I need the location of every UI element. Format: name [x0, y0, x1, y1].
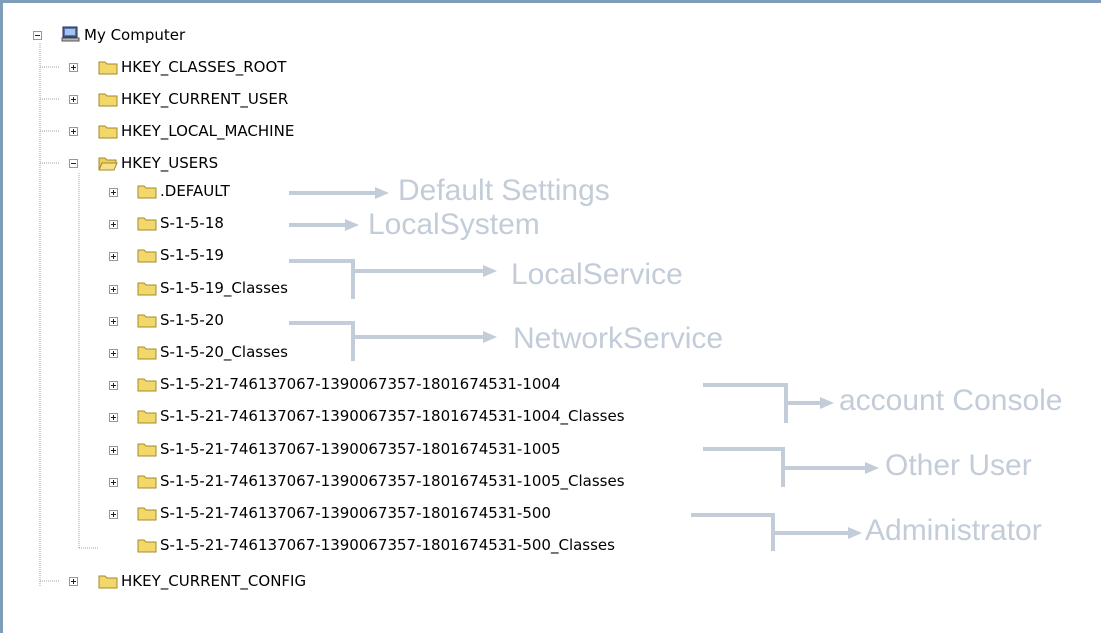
annotation-administrator: Administrator	[865, 514, 1042, 547]
annotation-localservice: LocalService	[511, 258, 683, 291]
annotation-other-user: Other User	[885, 449, 1032, 482]
annotation-networkservice: NetworkService	[513, 322, 724, 355]
annotation-default-settings: Default Settings	[398, 174, 610, 207]
registry-tree-view: My Computer HKEY_CLASSES_ROOT HKEY_CURRE…	[0, 0, 1101, 633]
annotation-account-console: account Console	[839, 384, 1063, 417]
annotation-localsystem: LocalSystem	[368, 208, 540, 241]
